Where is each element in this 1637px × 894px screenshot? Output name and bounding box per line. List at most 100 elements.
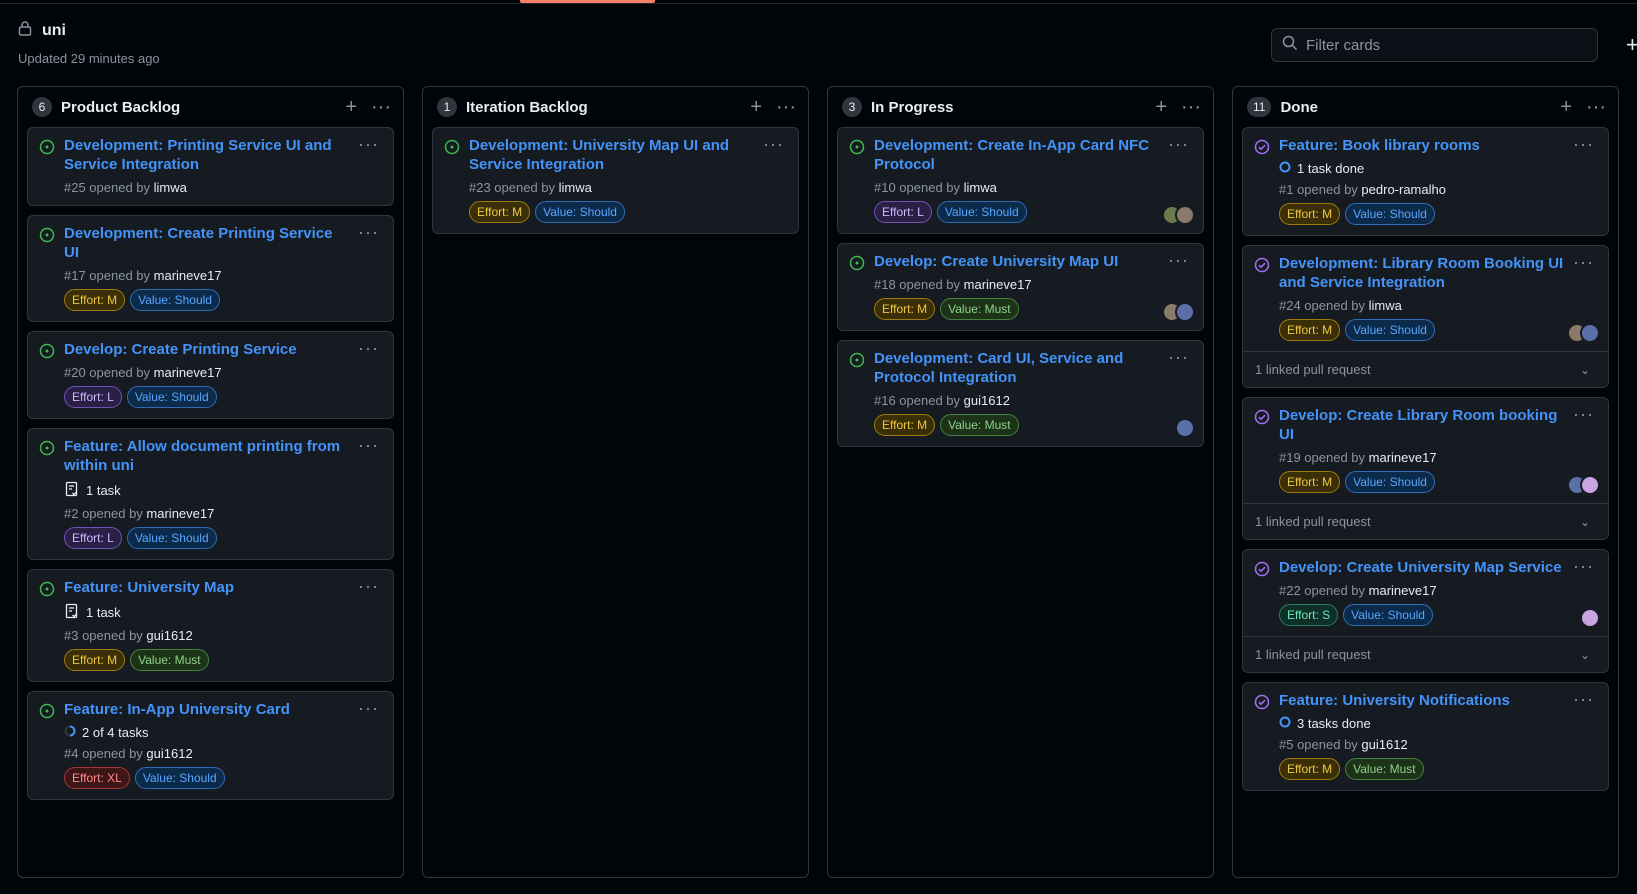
- label-badge[interactable]: Effort: XL: [64, 767, 130, 789]
- card-title-link[interactable]: Feature: University Notifications: [1279, 691, 1598, 710]
- card-title-link[interactable]: Develop: Create University Map Service: [1279, 558, 1598, 577]
- author-link[interactable]: marineve17: [154, 268, 222, 283]
- card-menu-icon[interactable]: ···: [358, 338, 379, 359]
- card-title-link[interactable]: Development: Create Printing Service UI: [64, 224, 383, 262]
- card-title-link[interactable]: Feature: In-App University Card: [64, 700, 383, 719]
- card-menu-icon[interactable]: ···: [1573, 252, 1594, 273]
- card-menu-icon[interactable]: ···: [1573, 404, 1594, 425]
- card-menu-icon[interactable]: ···: [358, 435, 379, 456]
- label-badge[interactable]: Value: Should: [130, 289, 220, 311]
- author-link[interactable]: marineve17: [1369, 450, 1437, 465]
- label-badge[interactable]: Effort: M: [874, 298, 936, 320]
- card-menu-icon[interactable]: ···: [358, 698, 379, 719]
- linked-pull-request-row[interactable]: 1 linked pull request ⌄: [1243, 503, 1608, 539]
- issue-card[interactable]: Feature: Book library rooms ··· 1 task don…: [1242, 127, 1609, 236]
- issue-card[interactable]: Development: Create In-App Card NFC Prot…: [837, 127, 1204, 234]
- avatar[interactable]: [1580, 608, 1600, 628]
- label-badge[interactable]: Effort: M: [1279, 471, 1341, 493]
- column-menu-icon[interactable]: ···: [371, 97, 391, 117]
- avatar[interactable]: [1580, 475, 1600, 495]
- author-link[interactable]: limwa: [964, 180, 997, 195]
- issue-card[interactable]: Development: Library Room Booking UI and…: [1242, 245, 1609, 388]
- author-link[interactable]: marineve17: [964, 277, 1032, 292]
- card-menu-icon[interactable]: ···: [1168, 347, 1189, 368]
- avatar[interactable]: [1175, 302, 1195, 322]
- author-link[interactable]: marineve17: [154, 365, 222, 380]
- author-link[interactable]: gui1612: [964, 393, 1010, 408]
- label-badge[interactable]: Value: Should: [1345, 319, 1435, 341]
- add-card-icon[interactable]: +: [750, 97, 762, 117]
- issue-card[interactable]: Develop: Create Printing Service ··· #20 o…: [27, 331, 394, 419]
- issue-card[interactable]: Feature: University Map ··· 1 task #3 opene…: [27, 569, 394, 682]
- add-column-icon[interactable]: +: [1626, 32, 1637, 58]
- label-badge[interactable]: Value: Must: [130, 649, 209, 671]
- add-card-icon[interactable]: +: [1560, 97, 1572, 117]
- label-badge[interactable]: Effort: M: [1279, 203, 1341, 225]
- card-menu-icon[interactable]: ···: [763, 134, 784, 155]
- filter-cards-input[interactable]: [1306, 36, 1576, 54]
- label-badge[interactable]: Value: Should: [1343, 604, 1433, 626]
- label-badge[interactable]: Effort: M: [1279, 758, 1341, 780]
- label-badge[interactable]: Value: Must: [940, 414, 1019, 436]
- label-badge[interactable]: Value: Should: [936, 201, 1027, 223]
- author-link[interactable]: gui1612: [146, 746, 192, 761]
- card-title-link[interactable]: Feature: Allow document printing from wi…: [64, 437, 383, 475]
- card-title-link[interactable]: Development: Printing Service UI and Ser…: [64, 136, 383, 174]
- label-badge[interactable]: Effort: S: [1279, 604, 1339, 626]
- card-title-link[interactable]: Develop: Create University Map UI: [874, 252, 1193, 271]
- chevron-down-icon[interactable]: ⌄: [1580, 648, 1590, 662]
- column-menu-icon[interactable]: ···: [1586, 97, 1606, 117]
- label-badge[interactable]: Effort: M: [874, 414, 936, 436]
- label-badge[interactable]: Value: Must: [1345, 758, 1424, 780]
- filter-cards-field[interactable]: [1271, 28, 1598, 62]
- issue-card[interactable]: Develop: Create University Map Service ··…: [1242, 549, 1609, 673]
- author-link[interactable]: limwa: [154, 180, 187, 195]
- author-link[interactable]: pedro-ramalho: [1361, 182, 1446, 197]
- issue-card[interactable]: Develop: Create Library Room booking UI ·…: [1242, 397, 1609, 540]
- issue-card[interactable]: Development: Card UI, Service and Protoc…: [837, 340, 1204, 447]
- label-badge[interactable]: Value: Should: [535, 201, 625, 223]
- author-link[interactable]: gui1612: [146, 628, 192, 643]
- avatar[interactable]: [1175, 418, 1195, 438]
- author-link[interactable]: limwa: [559, 180, 592, 195]
- issue-card[interactable]: Development: Printing Service UI and Ser…: [27, 127, 394, 206]
- issue-card[interactable]: Feature: In-App University Card ··· 2 of 4…: [27, 691, 394, 800]
- label-badge[interactable]: Effort: M: [469, 201, 531, 223]
- avatar[interactable]: [1580, 323, 1600, 343]
- issue-card[interactable]: Feature: Allow document printing from wi…: [27, 428, 394, 560]
- label-badge[interactable]: Value: Should: [126, 386, 217, 408]
- author-link[interactable]: marineve17: [146, 506, 214, 521]
- card-menu-icon[interactable]: ···: [358, 134, 379, 155]
- add-card-icon[interactable]: +: [345, 97, 357, 117]
- card-menu-icon[interactable]: ···: [1168, 250, 1189, 271]
- label-badge[interactable]: Effort: M: [64, 289, 126, 311]
- card-title-link[interactable]: Development: Library Room Booking UI and…: [1279, 254, 1598, 292]
- label-badge[interactable]: Value: Should: [1345, 471, 1435, 493]
- card-title-link[interactable]: Feature: University Map: [64, 578, 383, 597]
- label-badge[interactable]: Effort: L: [874, 201, 932, 223]
- card-title-link[interactable]: Feature: Book library rooms: [1279, 136, 1598, 155]
- column-menu-icon[interactable]: ···: [776, 97, 796, 117]
- card-menu-icon[interactable]: ···: [358, 576, 379, 597]
- issue-card[interactable]: Feature: University Notifications ··· 3 ta…: [1242, 682, 1609, 791]
- label-badge[interactable]: Value: Should: [1345, 203, 1435, 225]
- label-badge[interactable]: Effort: M: [1279, 319, 1341, 341]
- column-menu-icon[interactable]: ···: [1181, 97, 1201, 117]
- chevron-down-icon[interactable]: ⌄: [1580, 515, 1590, 529]
- issue-card[interactable]: Development: University Map UI and Servi…: [432, 127, 799, 234]
- card-menu-icon[interactable]: ···: [1573, 556, 1594, 577]
- label-badge[interactable]: Value: Should: [126, 527, 217, 549]
- card-menu-icon[interactable]: ···: [1168, 134, 1189, 155]
- label-badge[interactable]: Effort: M: [64, 649, 126, 671]
- card-title-link[interactable]: Develop: Create Printing Service: [64, 340, 383, 359]
- chevron-down-icon[interactable]: ⌄: [1580, 363, 1590, 377]
- label-badge[interactable]: Effort: L: [64, 386, 122, 408]
- label-badge[interactable]: Value: Must: [940, 298, 1019, 320]
- label-badge[interactable]: Effort: L: [64, 527, 122, 549]
- issue-card[interactable]: Develop: Create University Map UI ··· #18 …: [837, 243, 1204, 331]
- issue-card[interactable]: Development: Create Printing Service UI ·…: [27, 215, 394, 322]
- author-link[interactable]: limwa: [1369, 298, 1402, 313]
- card-menu-icon[interactable]: ···: [358, 222, 379, 243]
- linked-pull-request-row[interactable]: 1 linked pull request ⌄: [1243, 636, 1608, 672]
- avatar[interactable]: [1175, 205, 1195, 225]
